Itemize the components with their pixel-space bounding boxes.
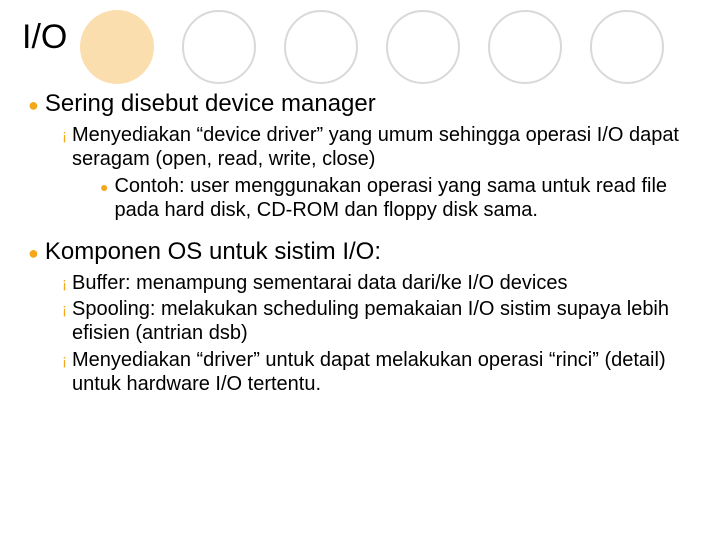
list-text: Komponen OS untuk sistim I/O: <box>45 237 700 267</box>
list-text: Menyediakan “device driver” yang umum se… <box>72 123 700 172</box>
list-item: ¡ Spooling: melakukan scheduling pemakai… <box>22 297 700 346</box>
disc-bullet-icon: ● <box>28 94 39 119</box>
list-text: Buffer: menampung sementarai data dari/k… <box>72 271 700 295</box>
list-text: Contoh: user menggunakan operasi yang sa… <box>114 174 700 223</box>
section-1: ● Sering disebut device manager ¡ Menyed… <box>22 89 700 223</box>
list-item: ● Contoh: user menggunakan operasi yang … <box>22 174 700 223</box>
hollow-circle-icon: ¡ <box>62 352 67 397</box>
list-item: ● Komponen OS untuk sistim I/O: <box>22 237 700 267</box>
list-item: ¡ Menyediakan “device driver” yang umum … <box>22 123 700 172</box>
list-text: Menyediakan “driver” untuk dapat melakuk… <box>72 348 700 397</box>
list-text: Sering disebut device manager <box>45 89 700 119</box>
hollow-circle-icon: ¡ <box>62 301 67 346</box>
list-item: ¡ Menyediakan “driver” untuk dapat melak… <box>22 348 700 397</box>
list-text: Spooling: melakukan scheduling pemakaian… <box>72 297 700 346</box>
hollow-circle-icon: ¡ <box>62 127 67 172</box>
section-2: ● Komponen OS untuk sistim I/O: ¡ Buffer… <box>22 237 700 397</box>
slide-title: I/O <box>22 18 700 57</box>
disc-bullet-icon: ● <box>28 242 39 267</box>
slide-content: I/O ● Sering disebut device manager ¡ Me… <box>0 0 720 397</box>
hollow-circle-icon: ¡ <box>62 275 67 295</box>
list-item: ● Sering disebut device manager <box>22 89 700 119</box>
disc-bullet-icon: ● <box>100 179 108 223</box>
list-item: ¡ Buffer: menampung sementarai data dari… <box>22 271 700 295</box>
